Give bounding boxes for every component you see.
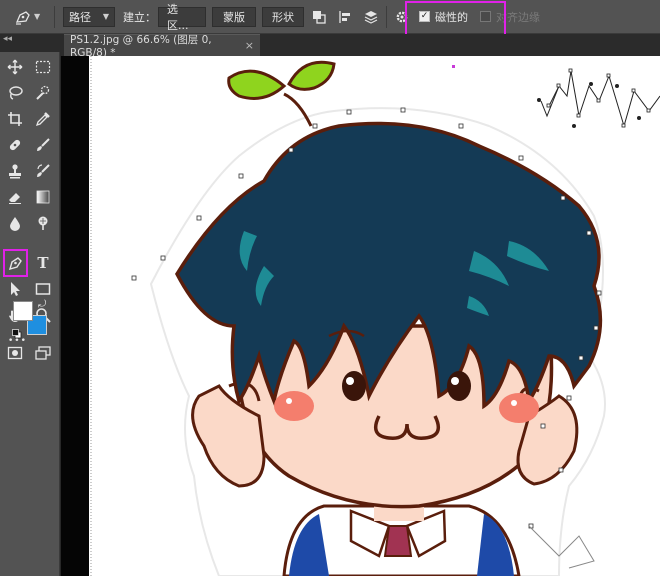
align-edges-label: 对齐边缘 xyxy=(496,10,540,24)
marquee-tool[interactable] xyxy=(32,56,54,78)
chevron-down-icon: ▼ xyxy=(34,12,41,21)
mode-value: 路径 xyxy=(69,10,91,24)
eraser-icon xyxy=(9,193,21,204)
eyedropper-tool[interactable] xyxy=(32,108,54,130)
chibi-character-artwork xyxy=(90,56,660,576)
magnetic-label: 磁性的 xyxy=(435,10,468,24)
make-selection-button[interactable]: 选区... xyxy=(158,3,206,32)
dodge-tool[interactable] xyxy=(32,212,54,234)
swap-colors-icon[interactable]: ⤾ xyxy=(38,299,46,310)
path-operations-icon xyxy=(313,10,326,24)
canvas-pasteboard-edge xyxy=(61,56,89,576)
screen-mode-icon xyxy=(35,346,51,360)
settings-button[interactable] xyxy=(391,6,413,28)
path-selection-tool[interactable] xyxy=(4,278,26,300)
make-label: 建立： xyxy=(123,10,156,24)
foreground-color-swatch[interactable] xyxy=(13,301,33,321)
options-bar: ▼ 路径 ▼ 建立： 选区... 蒙版 形状 ✓ 磁性的 对齐边缘 xyxy=(0,0,660,34)
blur-tool[interactable] xyxy=(4,212,26,234)
stamp-icon xyxy=(9,164,21,179)
rectangle-marquee-icon xyxy=(35,60,51,74)
canvas-area[interactable] xyxy=(61,56,660,576)
collapse-panel-icon[interactable]: ◂◂ xyxy=(3,34,12,44)
crop-icon xyxy=(8,112,22,126)
drop-icon xyxy=(10,217,20,231)
quick-selection-icon xyxy=(36,85,50,100)
tools-panel: T ••• ⤾ xyxy=(0,52,60,576)
align-edges-checkbox[interactable]: 对齐边缘 xyxy=(480,9,540,25)
pen-icon xyxy=(14,9,32,25)
dodge-icon xyxy=(38,216,48,230)
healing-brush-tool[interactable] xyxy=(4,134,26,156)
mode-select[interactable]: 路径 ▼ xyxy=(63,6,115,27)
screen-mode-button[interactable] xyxy=(32,342,54,364)
magnetic-checkbox[interactable]: ✓ 磁性的 xyxy=(419,9,468,25)
chevron-down-icon: ▼ xyxy=(102,12,109,21)
history-brush-tool[interactable] xyxy=(32,160,54,182)
path-alignment-button[interactable] xyxy=(334,6,356,28)
default-colors-icon[interactable] xyxy=(12,324,22,339)
rectangle-icon xyxy=(35,283,51,295)
eraser-tool[interactable] xyxy=(4,186,26,208)
document-tab[interactable]: PS1.2.jpg @ 66.6% (图层 0, RGB/8) * × xyxy=(64,34,260,59)
stray-pen-path xyxy=(540,70,660,128)
crop-tool[interactable] xyxy=(4,108,26,130)
move-icon xyxy=(7,59,23,75)
align-icon xyxy=(339,10,350,23)
lasso-icon xyxy=(9,86,23,100)
checkbox-unchecked-icon xyxy=(480,11,491,22)
history-brush-icon xyxy=(37,164,50,177)
tool-preset-picker[interactable]: ▼ xyxy=(14,9,50,25)
checkmark-icon: ✓ xyxy=(419,11,430,22)
annotation-highlight-pen xyxy=(3,249,28,277)
quick-mask-button[interactable] xyxy=(4,342,26,364)
brush-tool[interactable] xyxy=(32,134,54,156)
clone-stamp-tool[interactable] xyxy=(4,160,26,182)
eyedropper-icon xyxy=(35,112,50,127)
quick-selection-tool[interactable] xyxy=(32,82,54,104)
path-arrangement-button[interactable] xyxy=(360,6,382,28)
rectangle-tool[interactable] xyxy=(32,278,54,300)
bandage-icon xyxy=(9,139,21,151)
gradient-tool[interactable] xyxy=(32,186,54,208)
document-canvas[interactable] xyxy=(89,56,660,576)
arrange-icon xyxy=(364,10,378,24)
lasso-tool[interactable] xyxy=(4,82,26,104)
gear-icon xyxy=(396,11,408,22)
move-tool[interactable] xyxy=(4,56,26,78)
quick-mask-icon xyxy=(7,346,23,360)
document-tab-bar: ◂◂ PS1.2.jpg @ 66.6% (图层 0, RGB/8) * × xyxy=(0,34,660,59)
brush-icon xyxy=(37,138,50,151)
make-shape-button[interactable]: 形状 xyxy=(262,6,304,27)
make-mask-button[interactable]: 蒙版 xyxy=(212,6,256,27)
arrow-cursor-icon xyxy=(11,282,20,296)
close-icon[interactable]: × xyxy=(245,39,254,52)
type-tool[interactable]: T xyxy=(32,252,54,274)
document-tab-title: PS1.2.jpg @ 66.6% (图层 0, RGB/8) * xyxy=(70,34,212,59)
photoshop-window: ▼ 路径 ▼ 建立： 选区... 蒙版 形状 ✓ 磁性的 对齐边缘 ◂◂ PS1… xyxy=(0,0,660,576)
gradient-icon xyxy=(36,190,50,204)
path-operations-button[interactable] xyxy=(308,6,330,28)
